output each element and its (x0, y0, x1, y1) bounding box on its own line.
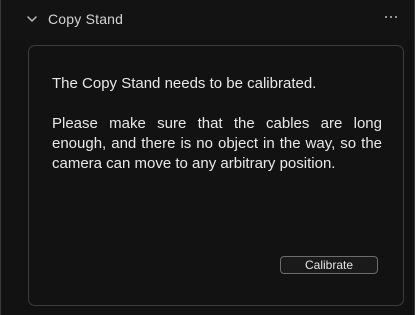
panel-header[interactable]: Copy Stand (1, 0, 414, 40)
panel-title: Copy Stand (48, 11, 124, 27)
dot (395, 16, 397, 18)
calibrate-button[interactable]: Calibrate (280, 256, 378, 274)
calibration-message-body: Please make sure that the cables are lon… (52, 115, 382, 172)
copy-stand-window: Copy Stand The Copy Stand needs to be ca… (0, 0, 415, 315)
dot (385, 16, 387, 18)
calibration-message-title: The Copy Stand needs to be calibrated. (52, 75, 317, 92)
chevron-down-icon[interactable] (27, 14, 37, 24)
ellipsis-icon[interactable] (385, 16, 399, 20)
dot (390, 16, 392, 18)
